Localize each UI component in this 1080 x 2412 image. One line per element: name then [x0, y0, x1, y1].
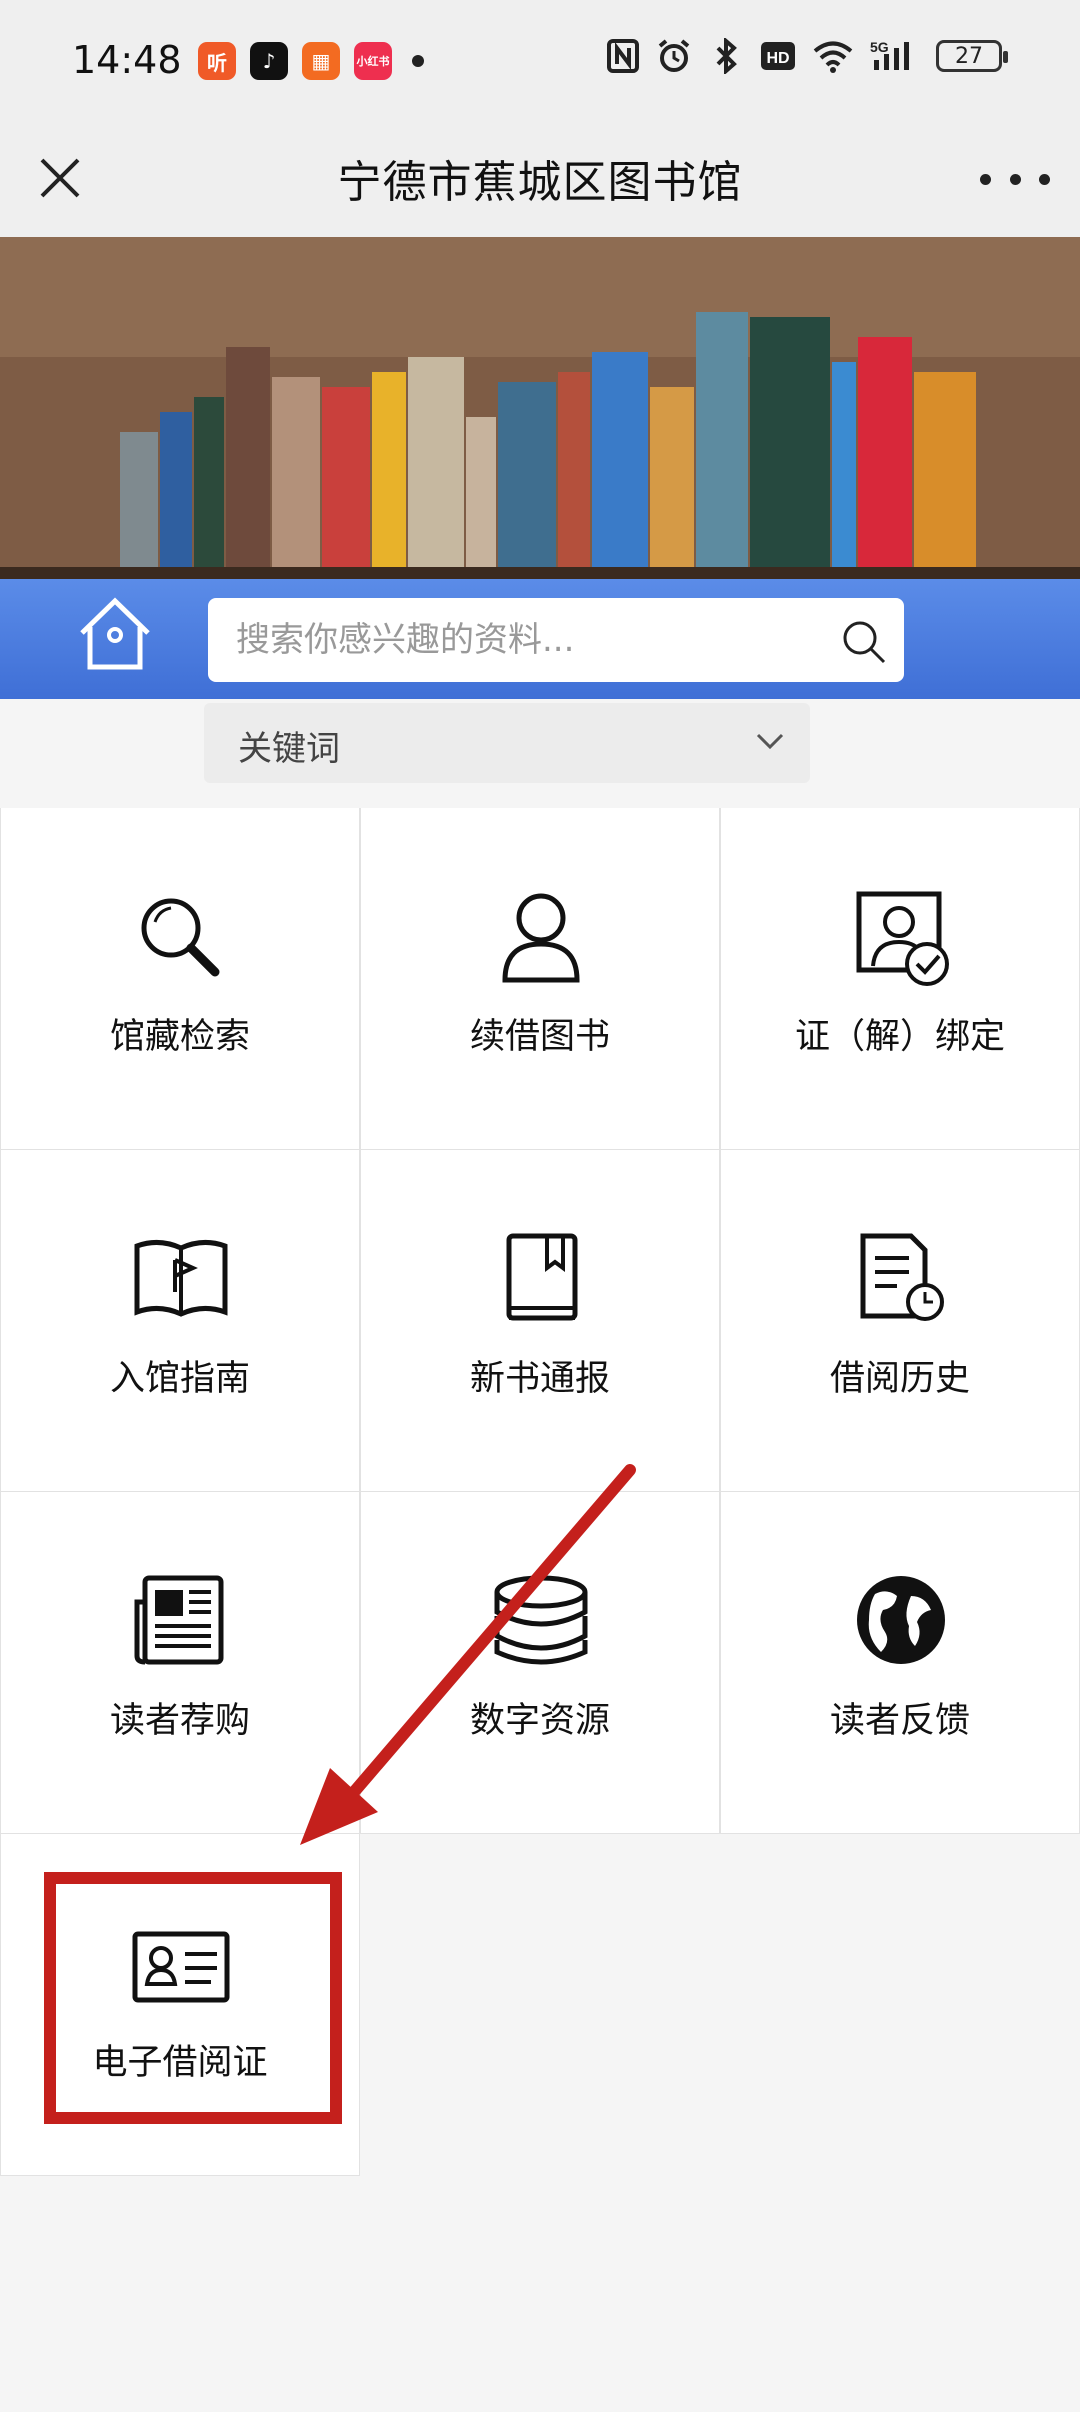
user-icon	[502, 893, 580, 983]
database-icon	[494, 1575, 588, 1665]
svg-text:5G: 5G	[870, 39, 889, 55]
status-bar: 14:48 听 ♪ ▦ 小红书 HD 5G 27	[0, 0, 1080, 120]
menu-item-collection-search[interactable]: 馆藏检索	[0, 808, 360, 1150]
xiaohongshu-app-icon: 小红书	[354, 42, 392, 80]
menu-item-label: 读者荐购	[109, 1701, 250, 1741]
globe-icon	[857, 1576, 945, 1664]
search-box	[208, 598, 904, 682]
signal-5g-icon: 5G	[870, 39, 909, 70]
menu-item-label: 读者反馈	[829, 1701, 970, 1741]
search-input[interactable]	[236, 598, 796, 682]
search-icon[interactable]	[840, 618, 888, 666]
search-band	[0, 579, 1080, 699]
home-button[interactable]	[72, 591, 158, 677]
menu-item-label: 证（解）绑定	[794, 1017, 1005, 1057]
grid-app-icon: ▦	[302, 42, 340, 80]
menu-item-reader-feedback[interactable]: 读者反馈	[720, 1492, 1080, 1834]
battery-indicator: 27	[936, 40, 1008, 72]
nfc-icon	[607, 39, 639, 73]
more-options-button[interactable]	[980, 154, 1050, 204]
menu-item-label: 入馆指南	[109, 1359, 250, 1399]
bookshelf-illustration	[0, 237, 1080, 579]
bluetooth-icon	[716, 38, 737, 74]
menu-item-label: 续借图书	[469, 1017, 610, 1057]
menu-item-borrow-history[interactable]: 借阅历史	[720, 1150, 1080, 1492]
svg-text:HD: HD	[766, 50, 789, 67]
mini-program-nav-bar: 宁德市蕉城区图书馆	[0, 120, 1080, 237]
menu-item-card-binding[interactable]: 证（解）绑定	[720, 808, 1080, 1150]
system-status-icons: HD 5G 27	[606, 38, 1008, 74]
wifi-icon	[813, 41, 853, 73]
card-bind-icon	[856, 891, 949, 986]
menu-item-label: 借阅历史	[829, 1359, 970, 1399]
more-dot-icon	[1009, 173, 1021, 185]
magnifier-icon	[141, 898, 220, 977]
more-dot-icon	[980, 173, 991, 185]
home-icon	[80, 597, 150, 670]
notification-app-icons: 听 ♪ ▦ 小红书	[198, 42, 424, 80]
menu-item-label: 新书通报	[469, 1359, 610, 1399]
menu-item-visitor-guide[interactable]: 入馆指南	[0, 1150, 360, 1492]
status-time: 14:48	[72, 38, 182, 82]
menu-item-renew-books[interactable]: 续借图书	[360, 808, 720, 1150]
history-document-icon	[860, 1233, 944, 1321]
chevron-down-icon	[756, 733, 784, 750]
more-dot-icon	[1039, 173, 1050, 185]
douyin-app-icon: ♪	[250, 42, 288, 80]
library-banner-image	[0, 237, 1080, 579]
annotation-highlight-box	[44, 1872, 342, 2124]
menu-item-purchase-recommend[interactable]: 读者荐购	[0, 1492, 360, 1834]
menu-item-label: 馆藏检索	[109, 1017, 250, 1057]
menu-item-new-books[interactable]: 新书通报	[360, 1150, 720, 1492]
search-type-selected-value: 关键词	[238, 729, 340, 769]
more-notifications-dot-icon	[412, 55, 424, 67]
menu-item-digital-resources[interactable]: 数字资源	[360, 1492, 720, 1834]
search-type-select[interactable]: 关键词	[204, 703, 810, 783]
ting-app-icon: 听	[198, 42, 236, 80]
alarm-icon	[658, 39, 690, 72]
bookmark-book-icon	[506, 1233, 578, 1321]
hd-icon: HD	[761, 42, 795, 70]
newspaper-icon	[134, 1575, 224, 1665]
page-title: 宁德市蕉城区图书馆	[337, 157, 743, 208]
guide-book-icon	[134, 1240, 228, 1317]
menu-item-label: 数字资源	[469, 1701, 610, 1741]
